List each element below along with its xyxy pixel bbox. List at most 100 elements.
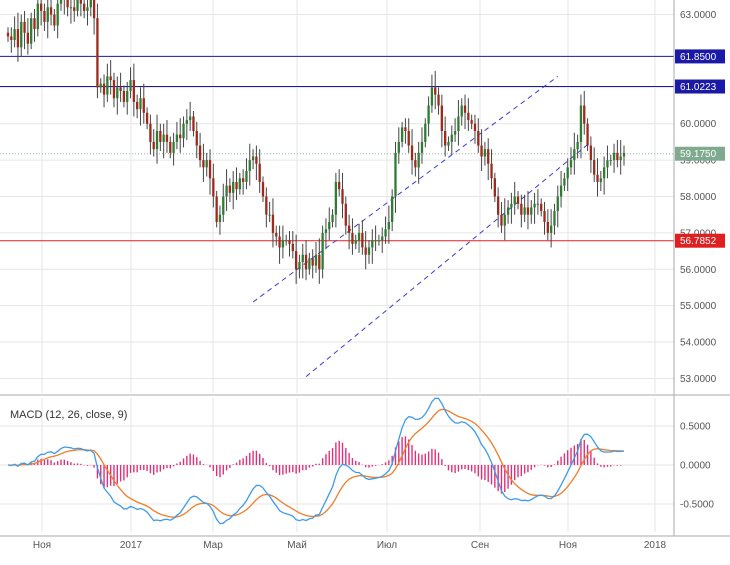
x-tick-label: Ноя [559, 540, 577, 551]
candle-body [155, 131, 159, 150]
candle-body [23, 21, 26, 33]
candle-body [30, 18, 33, 44]
candle-body [79, 0, 83, 4]
candle-body [556, 196, 559, 212]
candle-body [437, 94, 440, 106]
candle-body [331, 214, 334, 222]
candle-body [510, 203, 513, 208]
price-chart: Ноя2017МарМайИюлСенНоя201863.000061.0000… [0, 0, 730, 551]
candle-body [460, 105, 463, 117]
candle-body [612, 152, 616, 161]
candle-body [102, 83, 106, 95]
candle-body [493, 178, 496, 197]
candle-body [39, 3, 43, 11]
candle-body [215, 196, 218, 222]
macd-y-tick-label: 0.5000 [680, 422, 711, 433]
candle-body [288, 240, 291, 244]
candle-body [6, 32, 10, 37]
candle-body [384, 229, 387, 237]
y-tick-label: 55.0000 [680, 301, 717, 312]
candle-body [202, 160, 205, 168]
y-tick-label: 53.0000 [680, 374, 717, 385]
x-tick-label: Мар [203, 540, 223, 551]
y-tick-label: 63.0000 [680, 10, 717, 21]
candle-body [477, 131, 480, 146]
candle-body [258, 163, 261, 182]
candle-body [430, 87, 434, 106]
candle-body [400, 127, 404, 142]
candle-body [347, 225, 351, 233]
candle-body [132, 80, 136, 102]
candle-body [185, 120, 188, 124]
candle-body [619, 156, 622, 161]
candle-body [248, 160, 251, 172]
candle-body [294, 251, 298, 270]
candle-body [566, 167, 569, 179]
candle-body [530, 207, 533, 215]
candle-body [43, 10, 46, 22]
candle-body [26, 32, 30, 44]
candle-body [271, 214, 275, 233]
candle-body [188, 116, 192, 121]
candle-body [500, 214, 503, 226]
x-tick-label: Май [287, 540, 307, 551]
candle-body [523, 207, 526, 215]
candle-body [513, 196, 516, 204]
candle-body [175, 134, 179, 142]
candle-body [457, 116, 460, 131]
macd-y-tick-label: -0.5000 [680, 499, 714, 510]
candle-body [351, 232, 354, 244]
candle-body [361, 232, 364, 248]
candle-body [374, 240, 377, 242]
candle-body [251, 156, 255, 161]
candle-body [589, 145, 593, 161]
candle-body [49, 7, 53, 15]
candle-body [444, 131, 447, 146]
candle-body [377, 240, 381, 242]
candle-body [16, 29, 20, 48]
chart-root: Ноя2017МарМайИюлСенНоя201863.000061.0000… [0, 0, 730, 560]
candle-body [503, 214, 506, 226]
candle-body [487, 149, 490, 164]
candle-body [268, 214, 271, 216]
candle-body [301, 254, 304, 262]
candle-body [129, 80, 132, 91]
candle-body [116, 87, 119, 99]
candle-body [596, 174, 599, 182]
candle-body [470, 120, 473, 124]
candle-body [69, 7, 73, 9]
candle-body [261, 181, 265, 197]
candle-body [410, 145, 414, 161]
y-tick-label: 58.0000 [680, 192, 717, 203]
candle-body [573, 149, 576, 161]
candle-body [324, 229, 328, 233]
channel-line [305, 141, 592, 378]
candle-body [606, 160, 609, 168]
candle-body [427, 105, 430, 124]
candle-body [420, 141, 424, 153]
candle-body [73, 7, 76, 11]
candle-body [241, 178, 245, 182]
candle-body [599, 178, 602, 182]
candle-body [33, 18, 36, 30]
candle-body [83, 3, 86, 11]
candle-body [453, 131, 457, 135]
candle-body [182, 123, 185, 139]
candle-body [20, 21, 23, 48]
x-tick-label: 2018 [644, 540, 667, 551]
candle-body [86, 7, 89, 11]
candle-body [586, 123, 589, 146]
candle-body [10, 36, 13, 41]
candle-body [536, 203, 540, 205]
candle-body [212, 178, 215, 197]
candle-body [228, 185, 232, 193]
candle-body [169, 141, 172, 153]
candle-body [92, 0, 96, 19]
candle-body [311, 258, 314, 266]
level-tag-label: 61.0223 [680, 82, 717, 93]
candle-body [225, 185, 228, 197]
candle-body [483, 149, 487, 157]
candle-body [424, 123, 427, 142]
candle-body [291, 243, 294, 252]
candle-body [344, 203, 347, 226]
